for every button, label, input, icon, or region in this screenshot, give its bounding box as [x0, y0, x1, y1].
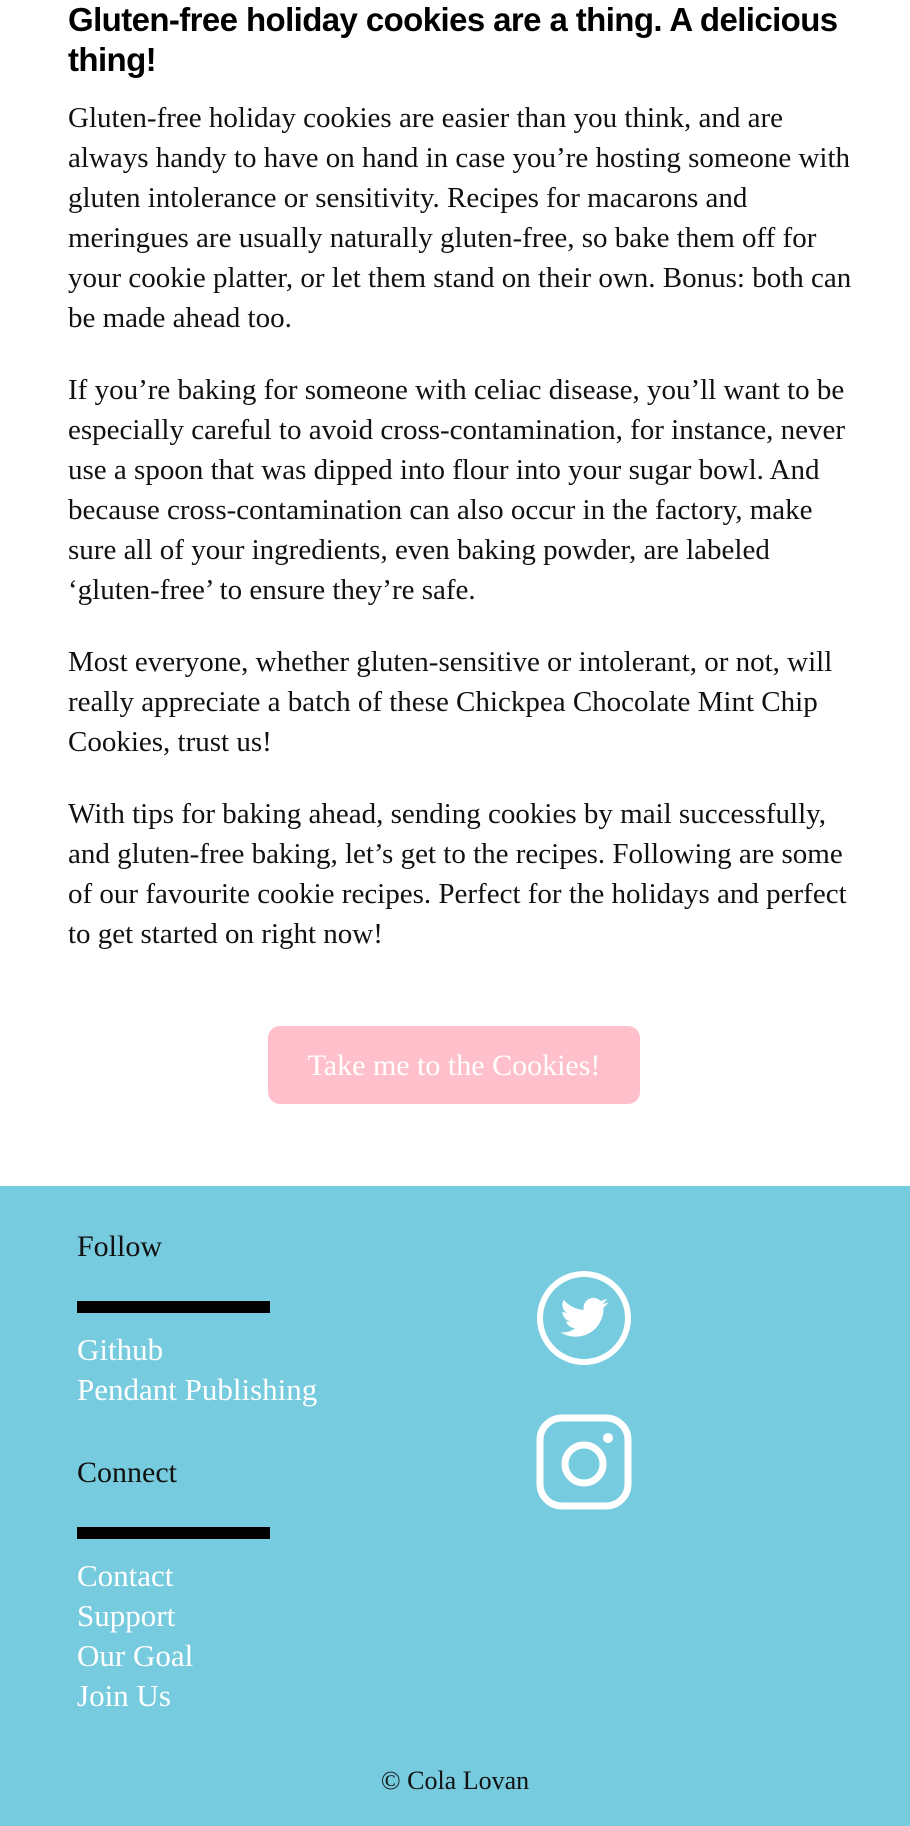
connect-divider: [77, 1527, 270, 1539]
article-paragraph-2: If you’re baking for someone with celiac…: [68, 374, 846, 606]
article-heading: Gluten-free holiday cookies are a thing.…: [68, 1, 838, 78]
copyright-text: © Cola Lovan: [380, 1766, 530, 1795]
footer-link-our-goal[interactable]: Our Goal: [77, 1638, 193, 1674]
take-me-to-cookies-button[interactable]: Take me to the Cookies!: [268, 1026, 640, 1104]
article-paragraph-3: Most everyone, whether gluten-sensitive …: [68, 646, 833, 758]
connect-heading: Connect: [77, 1456, 177, 1489]
site-footer: Follow Github Pendant Publishing Connect…: [0, 1186, 910, 1826]
footer-link-contact[interactable]: Contact: [77, 1558, 173, 1594]
footer-link-pendant-publishing[interactable]: Pendant Publishing: [77, 1372, 317, 1408]
footer-link-join-us[interactable]: Join Us: [77, 1678, 171, 1714]
article: Gluten-free holiday cookies are a thing.…: [0, 0, 910, 1186]
footer-link-github[interactable]: Github: [77, 1332, 163, 1368]
follow-heading: Follow: [77, 1230, 163, 1263]
article-paragraph-4: With tips for baking ahead, sending cook…: [68, 798, 847, 950]
twitter-icon[interactable]: [536, 1270, 632, 1366]
follow-divider: [77, 1301, 270, 1313]
footer-link-support[interactable]: Support: [77, 1598, 175, 1634]
article-paragraph-1: Gluten-free holiday cookies are easier t…: [68, 102, 852, 334]
instagram-icon[interactable]: [536, 1414, 632, 1510]
cta-container: Take me to the Cookies!: [0, 1026, 910, 1104]
